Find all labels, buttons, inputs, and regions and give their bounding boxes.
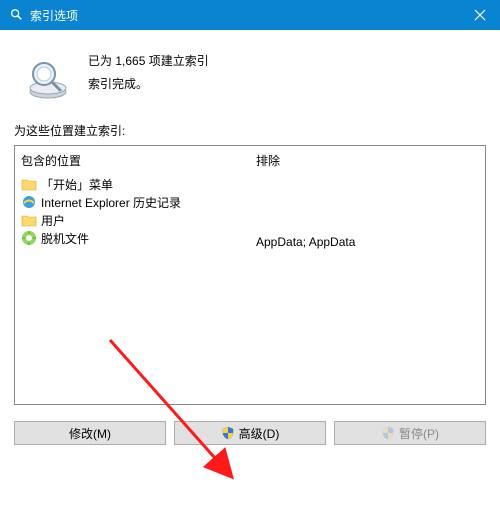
- svg-text:系统之家: 系统之家: [392, 454, 457, 473]
- list-item-label: 用户: [41, 212, 65, 229]
- status-area: 已为 1,665 项建立索引 索引完成。: [14, 40, 486, 122]
- list-item-label: 脱机文件: [41, 230, 89, 247]
- list-item[interactable]: 「开始」菜单: [21, 175, 244, 193]
- excluded-value: AppData; AppData: [256, 175, 479, 249]
- excluded-column: 排除 AppData; AppData: [250, 146, 485, 404]
- pause-button: 暂停(P): [334, 421, 486, 445]
- locations-label: 为这些位置建立索引:: [14, 122, 486, 139]
- titlebar: 索引选项: [0, 0, 500, 30]
- status-complete: 索引完成。: [88, 73, 209, 96]
- locations-listbox[interactable]: 包含的位置 「开始」菜单 Internet Explorer 历史记录 用户: [14, 145, 486, 405]
- status-count: 已为 1,665 项建立索引: [88, 50, 209, 73]
- button-row: 修改(M) 高级(D): [14, 405, 486, 445]
- modify-button-label: 修改(M): [69, 425, 111, 442]
- excluded-header: 排除: [256, 150, 479, 175]
- pause-button-label: 暂停(P): [399, 425, 439, 442]
- index-options-icon: [8, 7, 24, 23]
- included-column: 包含的位置 「开始」菜单 Internet Explorer 历史记录 用户: [15, 146, 250, 404]
- list-item-label: Internet Explorer 历史记录: [41, 194, 181, 211]
- uac-shield-icon: [221, 426, 235, 440]
- folder-icon: [21, 212, 37, 228]
- list-item[interactable]: 用户: [21, 211, 244, 229]
- advanced-button-label: 高级(D): [239, 425, 280, 442]
- svg-text:WWW.XiTongZhiJia.NET: WWW.XiTongZhiJia.NET: [392, 477, 500, 487]
- folder-icon: [21, 176, 37, 192]
- window-title: 索引选项: [30, 7, 460, 24]
- list-item-label: 「开始」菜单: [41, 176, 113, 193]
- list-item[interactable]: 脱机文件: [21, 229, 244, 247]
- included-header: 包含的位置: [21, 150, 244, 175]
- modify-button[interactable]: 修改(M): [14, 421, 166, 445]
- magnifier-drive-icon: [24, 54, 72, 102]
- offline-files-icon: [21, 230, 37, 246]
- ie-icon: [21, 194, 37, 210]
- uac-shield-icon: [381, 426, 395, 440]
- list-item[interactable]: Internet Explorer 历史记录: [21, 193, 244, 211]
- close-button[interactable]: [460, 0, 500, 30]
- advanced-button[interactable]: 高级(D): [174, 421, 326, 445]
- watermark: 系统之家 WWW.XiTongZhiJia.NET: [340, 447, 500, 498]
